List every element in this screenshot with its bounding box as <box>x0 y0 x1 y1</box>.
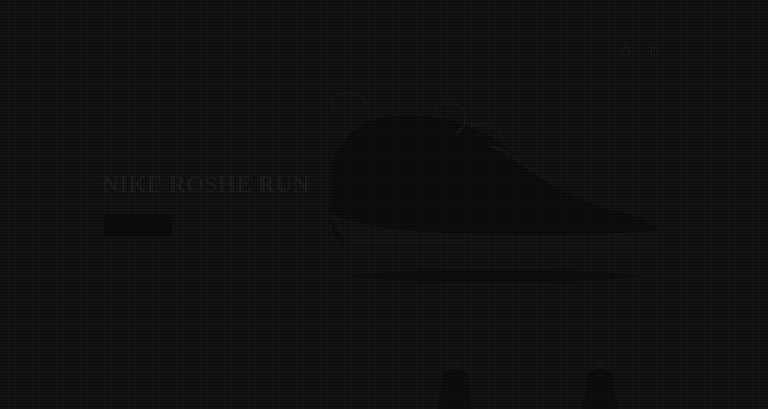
top-bar <box>0 0 768 40</box>
main-nav <box>0 44 768 66</box>
hero-title: NIKE ROSHE RUN <box>102 172 310 197</box>
product-thumbnail[interactable] <box>425 362 485 409</box>
cart-icon[interactable] <box>650 47 659 56</box>
brand-logo[interactable] <box>332 12 436 26</box>
hero-shoe-image <box>305 86 675 291</box>
product-page: NIKE ROSHE RUN <box>0 0 768 409</box>
sneaker-icon <box>582 365 618 409</box>
shop-now-button[interactable] <box>104 215 173 236</box>
search-icon[interactable] <box>621 47 630 56</box>
sneaker-icon <box>437 365 473 409</box>
product-thumbnail[interactable] <box>570 362 630 409</box>
sneaker-illustration <box>330 92 660 282</box>
